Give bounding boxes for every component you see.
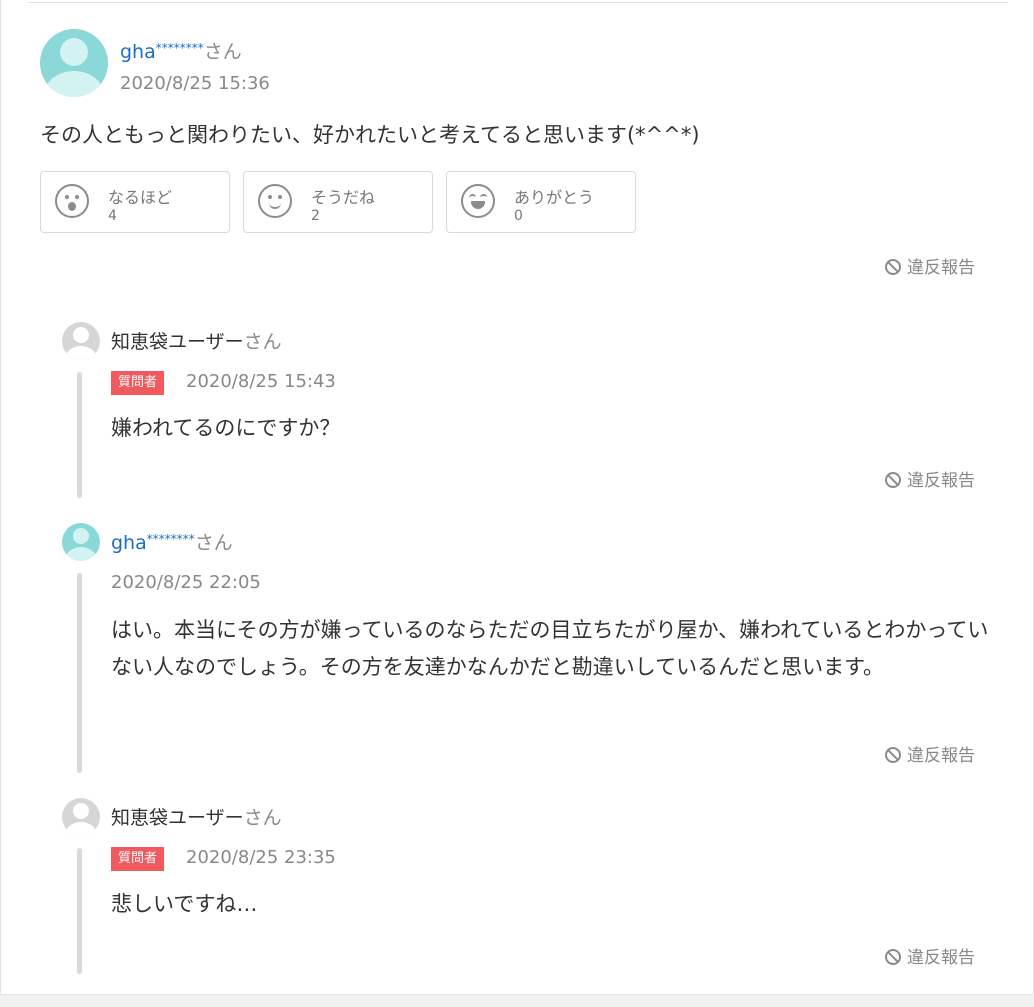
report-link[interactable]: 違反報告: [885, 943, 975, 968]
thread-line: [77, 372, 82, 498]
answer-date: 2020/8/25 15:36: [120, 73, 270, 94]
username-link[interactable]: gha********: [111, 532, 195, 554]
reaction-label: なるほど: [108, 188, 173, 207]
questioner-badge: 質問者: [111, 847, 165, 871]
answer-card: gha********さん 2020/8/25 15:36 その人ともっと関わり…: [0, 0, 1034, 995]
divider: [28, 2, 1008, 3]
prohibited-icon: [885, 472, 901, 488]
thread-line: [77, 573, 82, 773]
report-link[interactable]: 違反報告: [885, 466, 975, 491]
smile-face-icon: [258, 184, 292, 218]
questioner-badge: 質問者: [111, 371, 165, 395]
reaction-soudane-button[interactable]: そうだね 2: [243, 171, 433, 233]
honorific: さん: [203, 41, 242, 63]
reply-date: 2020/8/25 22:05: [111, 572, 261, 593]
reaction-label: ありがとう: [514, 188, 595, 207]
avatar[interactable]: [62, 798, 100, 836]
prohibited-icon: [885, 747, 901, 763]
reaction-count: 0: [514, 208, 523, 224]
prohibited-icon: [885, 949, 901, 965]
reply-date: 2020/8/25 23:35: [186, 847, 336, 868]
reaction-count: 2: [311, 208, 320, 224]
reply-author: 知恵袋ユーザーさん: [111, 803, 282, 830]
reply-author: gha********さん: [111, 528, 233, 555]
reaction-arigatou-button[interactable]: ありがとう 0: [446, 171, 636, 233]
username: 知恵袋ユーザー: [111, 807, 244, 829]
reply-text: 悲しいですね…: [111, 892, 258, 916]
avatar[interactable]: [62, 322, 100, 360]
report-link[interactable]: 違反報告: [885, 253, 975, 278]
reaction-label: そうだね: [311, 188, 376, 207]
reply-text: 嫌われてるのにですか？: [111, 416, 341, 440]
avatar[interactable]: [62, 523, 100, 561]
honorific: さん: [194, 532, 233, 554]
reaction-count: 4: [108, 208, 117, 224]
thread-line: [77, 848, 82, 974]
reply-date: 2020/8/25 15:43: [186, 371, 336, 392]
honorific: さん: [243, 331, 282, 353]
honorific: さん: [243, 807, 282, 829]
surprised-face-icon: [55, 184, 89, 218]
report-link[interactable]: 違反報告: [885, 741, 975, 766]
reply-author: 知恵袋ユーザーさん: [111, 327, 282, 354]
prohibited-icon: [885, 259, 901, 275]
username: 知恵袋ユーザー: [111, 331, 244, 353]
reply-text: はい。本当にその方が嫌っているのならただの目立ちたがり屋か、嫌われているとわかっ…: [111, 618, 989, 679]
grin-face-icon: [461, 184, 495, 218]
reaction-naruhodo-button[interactable]: なるほど 4: [40, 171, 230, 233]
avatar[interactable]: [40, 29, 108, 97]
answer-author: gha********さん: [120, 37, 242, 64]
username-link[interactable]: gha********: [120, 41, 204, 63]
answer-text: その人ともっと関わりたい、好かれたいと考えてると思います(*^^*): [40, 123, 700, 147]
